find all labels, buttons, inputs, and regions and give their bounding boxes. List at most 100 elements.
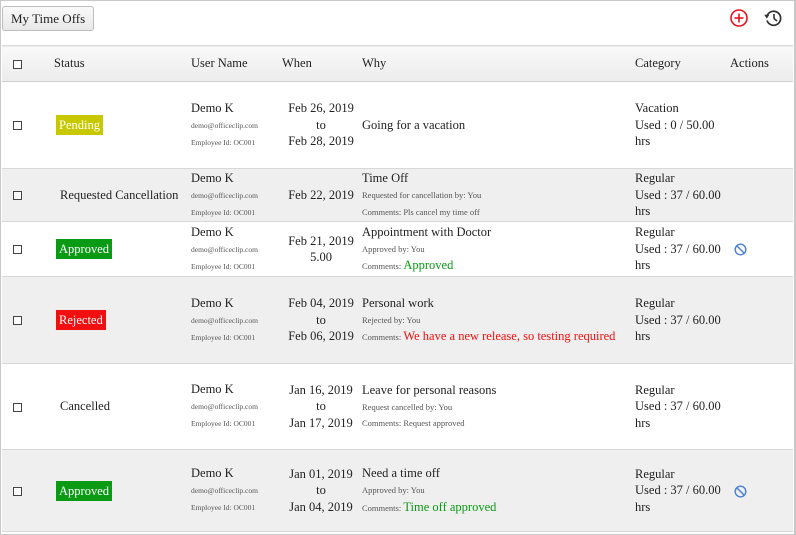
why-comment: Comments: Approved [362,257,635,275]
when-from: Feb 26, 2019 [288,101,354,116]
why-by: Approved by: You [362,243,425,254]
user-email: demo@officeclip.com [191,315,258,325]
plus-circle-icon[interactable] [729,8,749,28]
when-cell: Feb 26, 2019 to Feb 28, 2019 [282,82,362,169]
header-when[interactable]: When [282,46,362,82]
table-row: Approved Demo K demo@officeclip.com Empl… [2,222,793,277]
category-used: Used : 37 / 60.00 [635,241,721,256]
when-to: Feb 06, 2019 [288,329,354,344]
why-title: Time Off [362,171,409,185]
category-cell: Regular Used : 37 / 60.00 hrs [635,222,730,277]
row-checkbox[interactable] [13,486,22,496]
status-badge: Approved [56,480,112,501]
row-checkbox[interactable] [13,316,22,326]
when-cell: Jan 16, 2019 to Jan 17, 2019 [282,364,362,450]
why-comment: Comments: Request approved [362,415,635,432]
employee-id: Employee Id: OC001 [191,503,256,512]
comment-prefix: Comments: [362,261,404,271]
when-from: Jan 01, 2019 [289,466,353,481]
category-used: Used : 37 / 60.00 [635,483,721,498]
when-separator: to [316,483,326,498]
cancel-icon[interactable] [734,485,747,498]
row-checkbox[interactable] [13,191,22,201]
table-row: Pending Demo K demo@officeclip.com Emplo… [2,82,793,169]
why-by: Requested for cancellation by: You [362,190,482,200]
category-name: Regular [635,296,675,311]
header-status[interactable]: Status [54,46,191,82]
category-unit: hrs [635,415,651,430]
comment-text: Request approved [403,418,465,428]
table-header-row: Status User Name When Why Category Actio… [2,45,793,82]
category-unit: hrs [635,329,651,344]
category-cell: Regular Used : 37 / 60.00 hrs [635,277,730,364]
why-cell: Time Off Requested for cancellation by: … [362,169,635,222]
user-name: Demo K [191,224,234,239]
when-separator: to [316,117,326,132]
comment-text: Pls cancel my time off [403,206,480,217]
status-cell: Rejected [54,277,191,364]
status-badge: Cancelled [60,399,110,413]
when-separator: to [316,399,326,414]
why-cell: Appointment with Doctor Approved by: You… [362,222,635,277]
history-icon[interactable] [763,8,783,28]
category-unit: hrs [635,204,651,219]
category-used: Used : 37 / 60.00 [635,187,721,202]
user-cell: Demo K demo@officeclip.com Employee Id: … [191,222,282,277]
row-checkbox[interactable] [13,121,22,131]
user-cell: Demo K demo@officeclip.com Employee Id: … [191,277,282,364]
employee-id: Employee Id: OC001 [191,419,256,428]
user-name: Demo K [191,100,234,115]
category-used: Used : 37 / 60.00 [635,312,721,327]
row-checkbox[interactable] [13,402,22,412]
category-unit: hrs [635,499,651,514]
status-badge: Requested Cancellation [60,187,179,202]
status-badge: Approved [56,239,112,259]
status-cell: Cancelled [54,364,191,450]
header-user-name[interactable]: User Name [191,46,282,82]
category-name: Regular [635,382,675,397]
user-name: Demo K [191,466,234,480]
header-actions: Actions [730,56,769,70]
header-category[interactable]: Category [635,46,730,82]
user-cell: Demo K demo@officeclip.com Employee Id: … [191,450,282,532]
row-checkbox[interactable] [13,245,22,255]
category-cell: Regular Used : 37 / 60.00 hrs [635,169,730,222]
time-off-table: Status User Name When Why Category Actio… [2,45,793,532]
actions-cell [730,277,793,364]
actions-cell [730,82,793,169]
why-comment: Comments: We have a new release, so test… [362,328,635,346]
when-separator: to [316,312,326,327]
when-from: Feb 21, 2019 [288,233,354,248]
employee-id: Employee Id: OC001 [191,207,256,217]
when-from: Feb 22, 2019 [288,187,354,202]
actions-cell [730,450,793,532]
header-why[interactable]: Why [362,46,635,82]
why-comment: Comments: Pls cancel my time off [362,204,635,221]
comment-prefix: Comments: [362,332,404,342]
status-cell: Requested Cancellation [54,169,191,222]
user-cell: Demo K demo@officeclip.com Employee Id: … [191,169,282,222]
cancel-icon[interactable] [734,243,747,256]
comment-text: We have a new release, so testing requir… [403,329,616,343]
why-title: Going for a vacation [362,117,466,132]
user-email: demo@officeclip.com [191,244,258,254]
category-used: Used : 37 / 60.00 [635,399,721,414]
actions-cell [730,169,793,222]
why-by: Request cancelled by: You [362,401,453,412]
why-title: Need a time off [362,466,440,480]
table-row: Rejected Demo K demo@officeclip.com Empl… [2,276,793,364]
why-title: Personal work [362,295,434,310]
category-cell: Regular Used : 37 / 60.00 hrs [635,450,730,532]
user-cell: Demo K demo@officeclip.com Employee Id: … [191,364,282,450]
category-name: Vacation [635,101,679,116]
why-comment: Comments: Time off approved [362,499,635,517]
comment-prefix: Comments: [362,206,404,217]
why-by: Rejected by: You [362,314,421,325]
when-separator: 5.00 [310,250,332,264]
my-time-offs-button[interactable]: My Time Offs [2,6,95,31]
employee-id: Employee Id: OC001 [191,137,256,147]
user-email: demo@officeclip.com [191,402,258,411]
select-all-checkbox[interactable] [13,59,22,69]
why-cell: Need a time off Approved by: You Comment… [362,450,635,532]
status-cell: Approved [54,222,191,277]
